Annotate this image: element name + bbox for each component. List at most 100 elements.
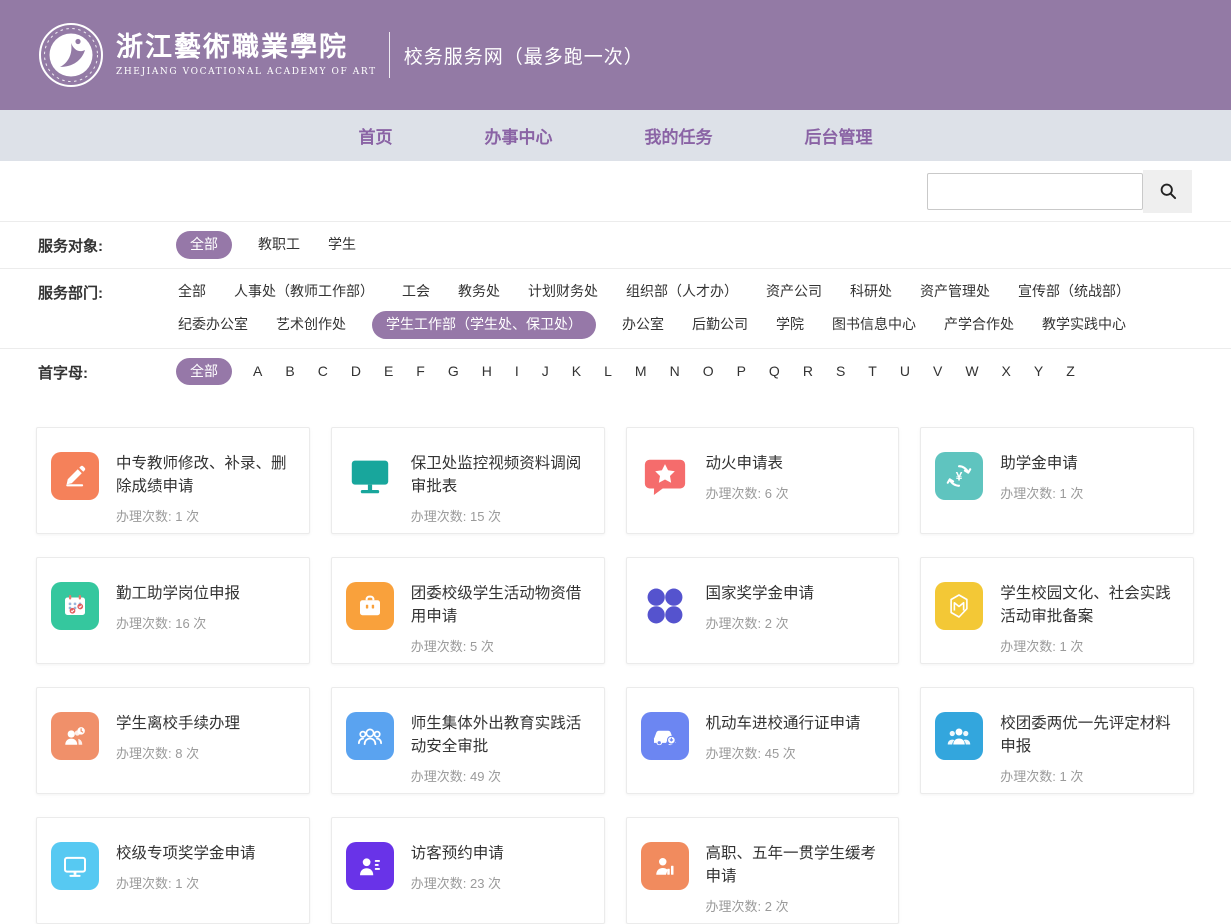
university-identity: 浙江藝術職業學院 ZHEJIANG VOCATIONAL ACADEMY OF …	[116, 33, 377, 78]
department-option[interactable]: 办公室	[620, 311, 666, 339]
department-option[interactable]: 资产公司	[764, 278, 824, 306]
service-title: 动火申请表	[706, 452, 789, 475]
service-count-label: 办理次数:	[116, 746, 175, 761]
initial-option[interactable]: Q	[767, 358, 782, 386]
service-count: 办理次数: 2 次	[706, 896, 885, 915]
initial-option[interactable]: W	[963, 358, 980, 386]
initial-option[interactable]: G	[446, 358, 461, 386]
service-card[interactable]: 国家奖学金申请办理次数: 2 次	[626, 557, 900, 664]
department-option[interactable]: 计划财务处	[526, 278, 600, 306]
initial-option[interactable]: F	[414, 358, 427, 386]
search-icon	[1158, 181, 1178, 201]
department-option[interactable]: 人事处（教师工作部）	[232, 278, 376, 306]
initial-option[interactable]: H	[480, 358, 494, 386]
service-title: 学生离校手续办理	[116, 712, 240, 735]
nav-item-3[interactable]: 我的任务	[645, 123, 713, 148]
service-card[interactable]: 访客预约申请办理次数: 23 次	[331, 817, 605, 924]
initial-option[interactable]: M	[633, 358, 649, 386]
initial-option[interactable]: C	[316, 358, 330, 386]
initial-option[interactable]: T	[866, 358, 879, 386]
initial-option[interactable]: K	[570, 358, 583, 386]
geometric-m-icon	[935, 582, 983, 630]
service-card-body: 学生离校手续办理办理次数: 8 次	[116, 712, 240, 762]
initial-option[interactable]: O	[701, 358, 716, 386]
service-card[interactable]: 校团委两优一先评定材料申报办理次数: 1 次	[920, 687, 1194, 794]
department-option[interactable]: 教务处	[456, 278, 502, 306]
department-option-selected[interactable]: 学生工作部（学生处、保卫处）	[372, 311, 596, 339]
department-option[interactable]: 组织部（人才办）	[624, 278, 740, 306]
initial-option[interactable]: P	[735, 358, 748, 386]
initial-option[interactable]: U	[898, 358, 912, 386]
service-card[interactable]: 机动车进校通行证申请办理次数: 45 次	[626, 687, 900, 794]
service-card-body: 师生集体外出教育实践活动安全审批办理次数: 49 次	[411, 712, 590, 785]
department-option[interactable]: 科研处	[848, 278, 894, 306]
department-option[interactable]: 后勤公司	[690, 311, 750, 339]
service-count-value: 16 次	[175, 616, 206, 631]
site-title: 校务服务网（最多跑一次）	[404, 42, 644, 69]
service-count: 办理次数: 2 次	[706, 613, 815, 632]
department-option[interactable]: 学院	[774, 311, 806, 339]
department-option[interactable]: 宣传部（统战部）	[1016, 278, 1132, 306]
initial-option[interactable]: D	[349, 358, 363, 386]
service-card[interactable]: 学生校园文化、社会实践活动审批备案办理次数: 1 次	[920, 557, 1194, 664]
initial-option[interactable]: L	[602, 358, 614, 386]
service-card-body: 助学金申请办理次数: 1 次	[1000, 452, 1083, 502]
initial-option[interactable]: Z	[1064, 358, 1077, 386]
search-input[interactable]	[927, 173, 1143, 210]
service-card[interactable]: 保卫处监控视频资料调阅审批表办理次数: 15 次	[331, 427, 605, 534]
service-title: 师生集体外出教育实践活动安全审批	[411, 712, 590, 758]
service-card[interactable]: 动火申请表办理次数: 6 次	[626, 427, 900, 534]
search-button[interactable]	[1143, 170, 1192, 213]
department-option[interactable]: 全部	[176, 278, 208, 306]
svg-text:¥: ¥	[956, 469, 963, 483]
four-dots-icon	[641, 582, 689, 630]
service-card[interactable]: 学生离校手续办理办理次数: 8 次	[36, 687, 310, 794]
department-option[interactable]: 工会	[400, 278, 432, 306]
service-card[interactable]: ¥ 助学金申请办理次数: 1 次	[920, 427, 1194, 534]
service-title: 校团委两优一先评定材料申报	[1000, 712, 1179, 758]
service-count-value: 23 次	[470, 876, 501, 891]
services-grid: 中专教师修改、补录、删除成绩申请办理次数: 1 次保卫处监控视频资料调阅审批表办…	[36, 427, 1194, 924]
department-option[interactable]: 教学实践中心	[1040, 311, 1128, 339]
service-count-label: 办理次数:	[411, 876, 470, 891]
service-card[interactable]: 中专教师修改、补录、删除成绩申请办理次数: 1 次	[36, 427, 310, 534]
initial-option[interactable]: N	[668, 358, 682, 386]
initial-option[interactable]: B	[283, 358, 296, 386]
filter-row-department: 服务部门: 全部人事处（教师工作部） 工会教务处计划财务处组织部（人才办） 资产公司…	[0, 269, 1231, 349]
initial-option[interactable]: I	[513, 358, 521, 386]
nav-item-1[interactable]: 首页	[359, 123, 393, 148]
service-count: 办理次数: 16 次	[116, 613, 240, 632]
service-card[interactable]: 校级专项奖学金申请办理次数: 1 次	[36, 817, 310, 924]
service-count-label: 办理次数:	[1000, 486, 1059, 501]
initial-option[interactable]: A	[251, 358, 264, 386]
initial-option[interactable]: J	[540, 358, 551, 386]
service-card[interactable]: 师生集体外出教育实践活动安全审批办理次数: 49 次	[331, 687, 605, 794]
service-target-option[interactable]: 学生	[326, 231, 358, 259]
initial-option[interactable]: S	[834, 358, 847, 386]
initial-option[interactable]: X	[1000, 358, 1013, 386]
initial-option[interactable]: V	[931, 358, 944, 386]
service-count-label: 办理次数:	[116, 616, 175, 631]
service-count: 办理次数: 1 次	[1000, 766, 1179, 785]
department-option[interactable]: 资产管理处	[918, 278, 992, 306]
service-title: 团委校级学生活动物资借用申请	[411, 582, 590, 628]
nav-item-4[interactable]: 后台管理	[805, 123, 873, 148]
initial-option[interactable]: E	[382, 358, 395, 386]
department-label: 服务部门:	[38, 269, 176, 303]
department-option[interactable]: 纪委办公室	[176, 311, 250, 339]
department-option[interactable]: 产学合作处	[942, 311, 1016, 339]
initial-option[interactable]: Y	[1032, 358, 1045, 386]
service-card[interactable]: 团委校级学生活动物资借用申请办理次数: 5 次	[331, 557, 605, 664]
service-target-option-selected[interactable]: 全部	[176, 231, 232, 259]
service-target-option[interactable]: 教职工	[256, 231, 302, 259]
service-card-body: 校团委两优一先评定材料申报办理次数: 1 次	[1000, 712, 1179, 785]
initial-option[interactable]: R	[801, 358, 815, 386]
department-option[interactable]: 艺术创作处	[274, 311, 348, 339]
department-option[interactable]: 图书信息中心	[830, 311, 918, 339]
service-card[interactable]: 高职、五年一贯学生缓考申请办理次数: 2 次	[626, 817, 900, 924]
nav-item-2[interactable]: 办事中心	[485, 123, 553, 148]
university-name-en: ZHEJIANG VOCATIONAL ACADEMY OF ART	[116, 67, 377, 77]
service-count-value: 1 次	[1059, 486, 1083, 501]
service-card[interactable]: 勤工助学岗位申报办理次数: 16 次	[36, 557, 310, 664]
initial-option-selected[interactable]: 全部	[176, 358, 232, 386]
